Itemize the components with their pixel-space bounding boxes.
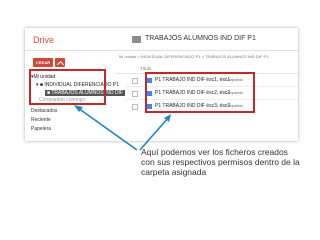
arrow-to-files [139, 117, 169, 151]
caption-text: Aquí podemos ver los ficheros creados co… [141, 147, 300, 177]
arrow-to-sidebar [77, 107, 138, 151]
callout-arrows [74, 105, 171, 151]
